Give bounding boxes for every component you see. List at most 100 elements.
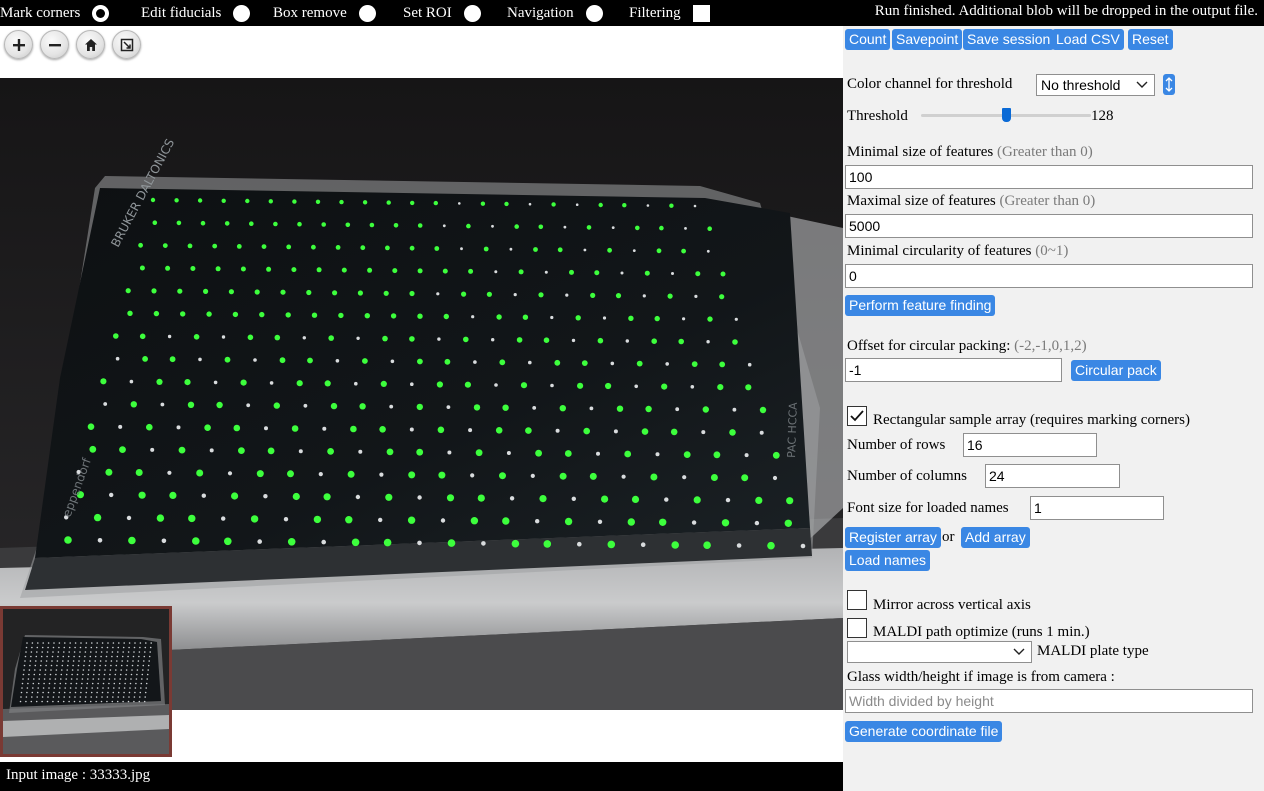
detected-spot <box>224 537 232 546</box>
thumbnail-spot <box>76 673 79 676</box>
add-array-button[interactable]: Add array <box>961 527 1030 548</box>
thumbnail-spot <box>20 696 22 698</box>
max-size-input[interactable]: 5000 <box>845 214 1253 238</box>
sample-spot <box>167 334 172 339</box>
circularity-input[interactable]: 0 <box>845 264 1253 288</box>
zoom-out-button[interactable] <box>40 30 69 59</box>
thumbnail-spot <box>21 687 23 689</box>
sample-spot <box>221 516 226 521</box>
mode-set-roi[interactable]: Set ROI <box>403 3 481 23</box>
sample-spot <box>354 381 358 386</box>
fit-screen-icon <box>120 38 133 51</box>
generate-coordinate-file-button[interactable]: Generate coordinate file <box>845 721 1003 742</box>
reset-button[interactable]: Reset <box>1128 29 1173 50</box>
detected-spot <box>772 451 780 459</box>
maldi-path-checkbox[interactable] <box>847 618 867 638</box>
detected-spot <box>631 495 640 503</box>
thumbnail-spot <box>91 687 93 689</box>
radio-button[interactable] <box>233 4 251 22</box>
detected-spot <box>713 451 721 459</box>
thumbnail-spot <box>128 691 131 694</box>
rectangular-array-checkbox[interactable] <box>847 406 867 426</box>
home-button[interactable] <box>76 30 105 59</box>
perform-feature-finding-button[interactable]: Perform feature finding <box>845 295 996 316</box>
slider-thumb[interactable] <box>1002 108 1011 122</box>
thumbnail-spot <box>37 642 39 644</box>
thumbnail-spot <box>24 655 27 658</box>
font-size-input[interactable]: 1 <box>1030 496 1164 520</box>
threshold-channel-select[interactable]: No threshold <box>1036 74 1155 96</box>
mode-box-remove[interactable]: Box remove <box>273 3 376 23</box>
save-session-button[interactable]: Save session <box>963 29 1055 50</box>
overview-thumbnail[interactable] <box>0 606 172 757</box>
threshold-swap-button[interactable] <box>1163 74 1175 95</box>
detected-spot <box>522 314 529 320</box>
thumbnail-spot <box>122 646 125 649</box>
detected-spot <box>177 288 183 294</box>
thumbnail-spot <box>144 646 147 649</box>
detected-spot <box>287 538 296 546</box>
detected-spot <box>470 517 479 525</box>
radio-button[interactable] <box>463 4 481 22</box>
thumbnail-spot <box>63 646 66 649</box>
checkbox[interactable] <box>692 4 710 22</box>
detected-spot <box>671 541 679 549</box>
packing-offset-text: Offset for circular packing: <box>847 338 1011 354</box>
mirror-checkbox[interactable] <box>847 590 867 610</box>
glass-ratio-input[interactable]: Width divided by height <box>845 689 1253 713</box>
threshold-slider[interactable] <box>921 108 1091 122</box>
mode-mark-corners[interactable]: Mark corners <box>0 3 110 23</box>
detected-spot <box>466 223 471 229</box>
radio-button[interactable] <box>92 4 110 22</box>
detected-spot <box>594 270 600 276</box>
detected-spot <box>480 201 486 206</box>
thumbnail-spot <box>77 664 80 667</box>
rows-input[interactable]: 16 <box>963 433 1097 457</box>
thumbnail-spot <box>85 646 87 649</box>
thumbnail-spot <box>51 660 53 662</box>
thumbnail-spot <box>34 664 37 667</box>
maldi-path-label: MALDI path optimize (runs 1 min.) <box>873 624 1090 640</box>
circular-pack-button[interactable]: Circular pack <box>1071 360 1161 381</box>
thumbnail-spot <box>26 642 28 644</box>
fit-screen-button[interactable] <box>112 30 141 59</box>
detected-spot <box>581 360 588 366</box>
thumbnail-spot <box>61 669 63 671</box>
thumbnail-spot <box>143 660 145 662</box>
detected-spot <box>416 403 423 411</box>
columns-input[interactable]: 24 <box>985 464 1120 488</box>
load-csv-button[interactable]: Load CSV <box>1052 29 1124 50</box>
min-size-input[interactable]: 100 <box>845 165 1253 189</box>
sample-spot <box>201 493 206 498</box>
detected-spot <box>89 445 97 453</box>
register-array-button[interactable]: Register array <box>845 527 941 548</box>
radio-button[interactable] <box>358 4 376 22</box>
sample-spot <box>257 539 263 544</box>
packing-offset-input[interactable]: -1 <box>845 358 1062 382</box>
load-names-button[interactable]: Load names <box>845 550 931 571</box>
thumbnail-spot <box>86 682 89 685</box>
savepoint-button[interactable]: Savepoint <box>892 29 963 50</box>
detected-spot <box>745 384 752 391</box>
detected-spot <box>176 220 182 226</box>
maldi-plate-select[interactable] <box>847 641 1032 663</box>
mode-navigation[interactable]: Navigation <box>507 3 603 23</box>
mode-edit-fiducials[interactable]: Edit fiducials <box>141 3 251 23</box>
thumbnail-spot <box>142 664 145 667</box>
radio-button[interactable] <box>585 4 603 22</box>
thumbnail-spot <box>139 691 142 694</box>
thumbnail-spot <box>127 651 130 653</box>
thumbnail-spot <box>112 642 115 644</box>
input-image-label: Input image : 33333.jpg <box>6 767 151 783</box>
zoom-in-button[interactable] <box>4 30 33 59</box>
mode-filtering[interactable]: Filtering <box>629 3 710 23</box>
count-button[interactable]: Count <box>845 29 891 50</box>
detected-spot <box>174 198 179 203</box>
chevron-down-icon <box>1013 648 1025 655</box>
detected-spot <box>598 202 603 208</box>
thumbnail-spot <box>95 651 97 653</box>
thumbnail-spot <box>57 655 59 658</box>
mode-toolbar: Mark corners Edit fiducials Box remove S… <box>0 0 1264 26</box>
thumbnail-spot <box>134 687 137 689</box>
detected-spot <box>461 291 467 297</box>
